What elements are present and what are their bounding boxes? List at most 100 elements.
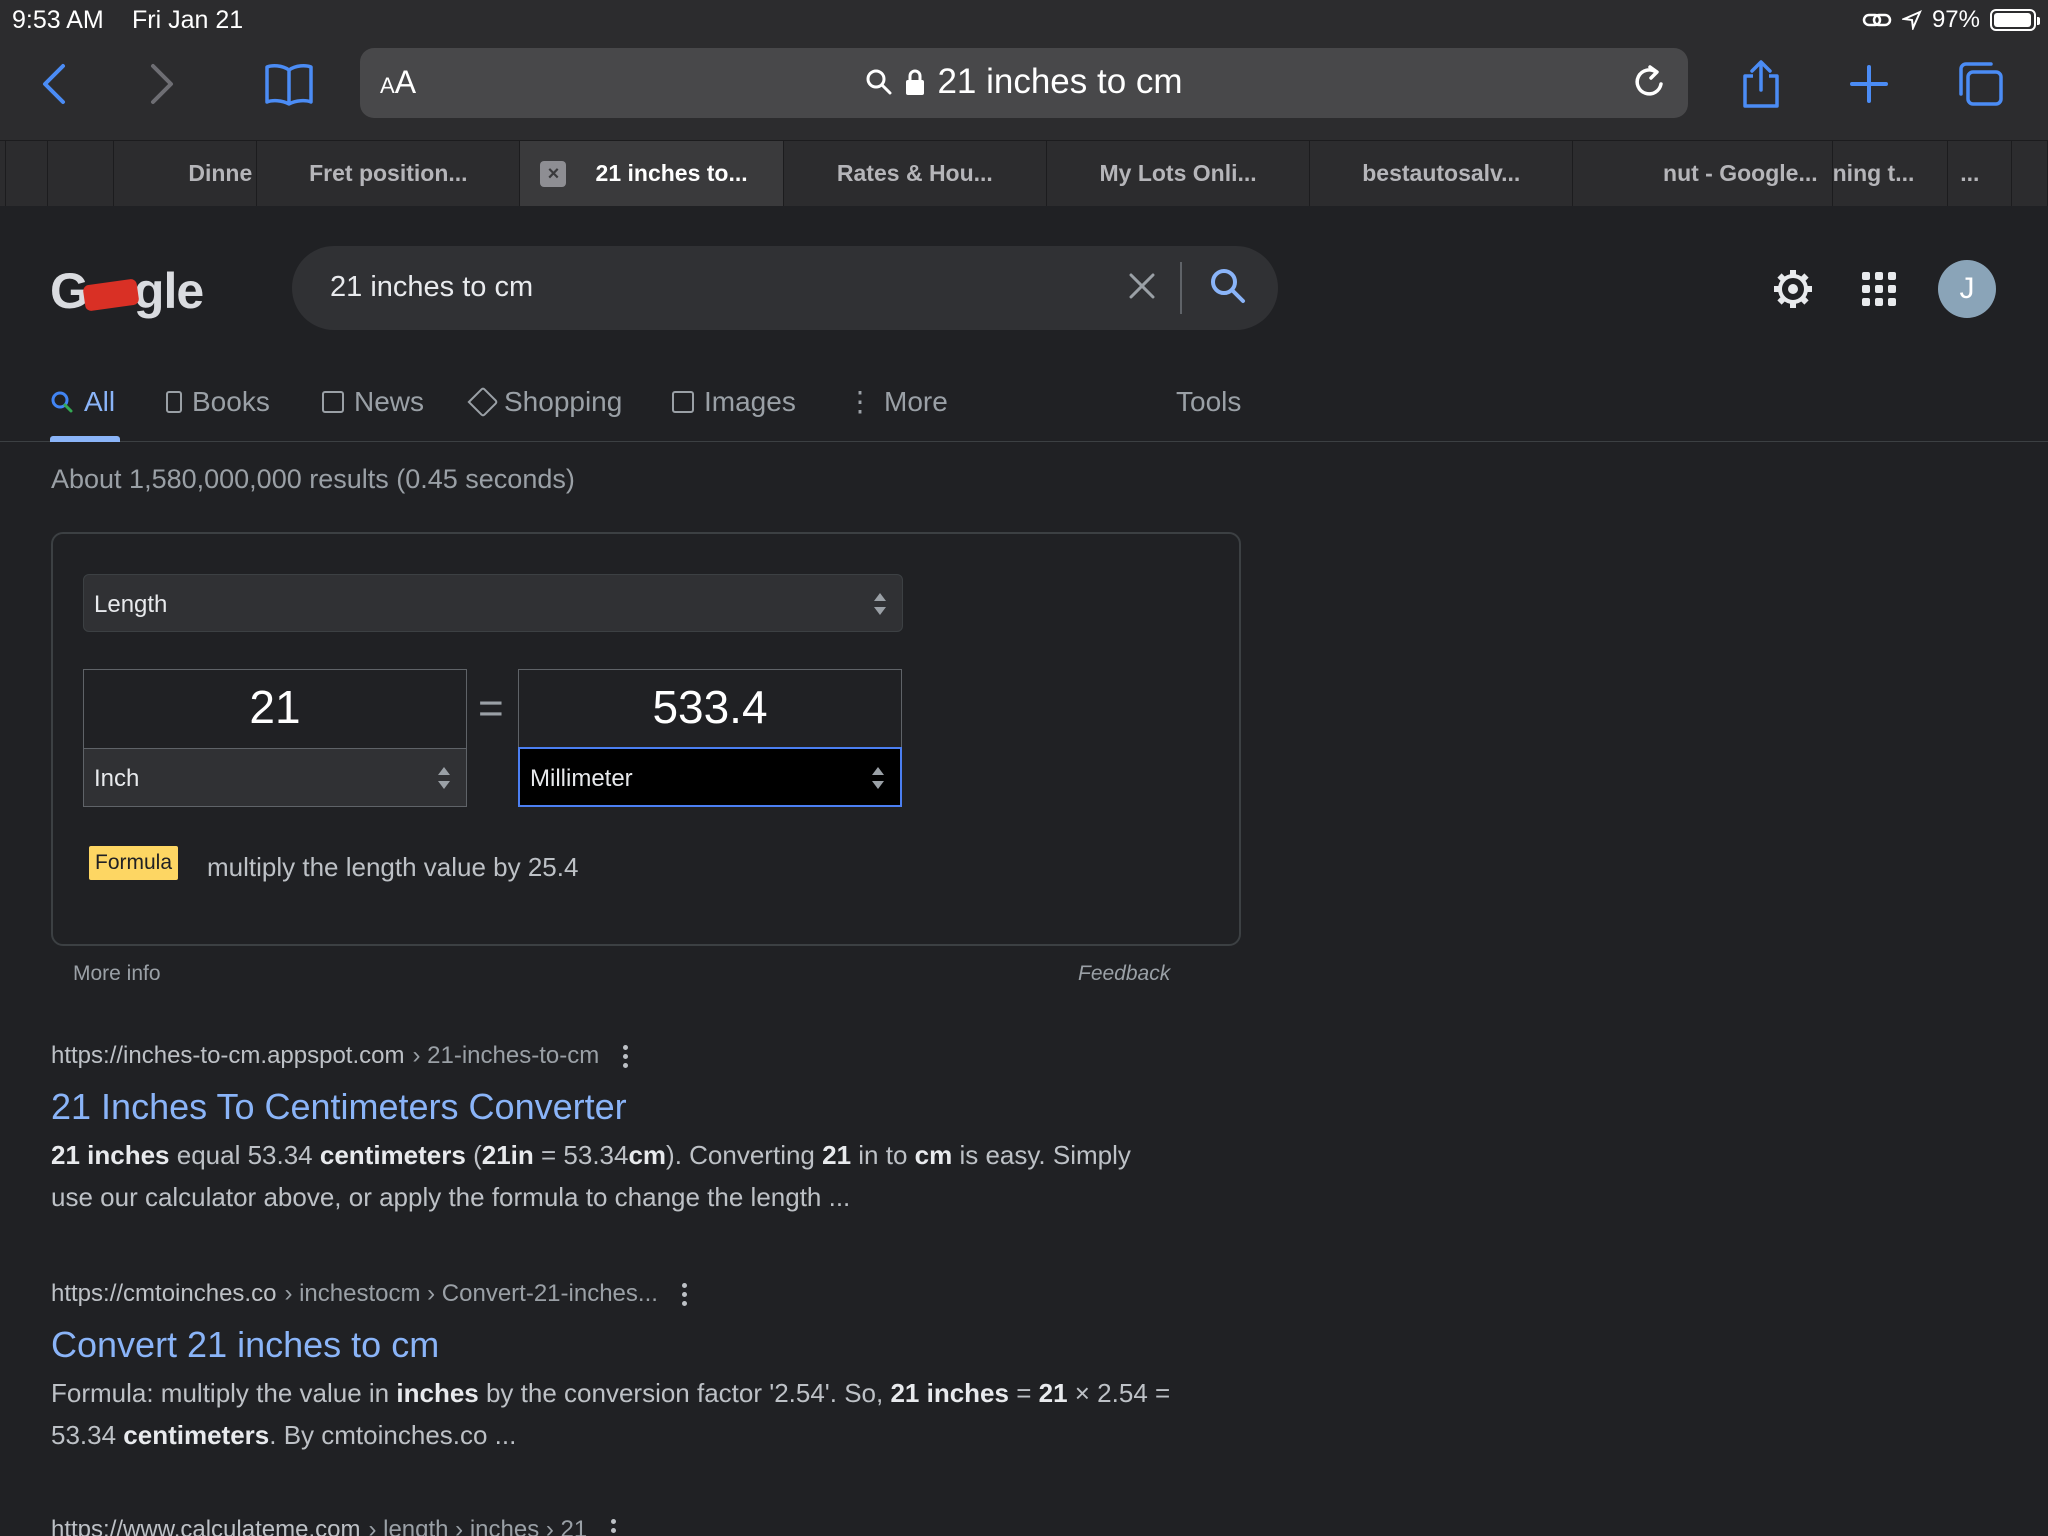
tab-label: 21 inches to... [595,160,748,186]
tab-label: ning t... [1832,160,1915,186]
from-converter: 21 Inch [83,669,467,807]
more-options-icon[interactable] [611,1518,617,1536]
more-options-icon[interactable] [623,1044,629,1068]
gear-icon [1774,270,1812,308]
result-title[interactable]: Convert 21 inches to cm [51,1324,1201,1366]
tab-news[interactable]: News [322,386,424,418]
result-host: https://cmtoinches.co [51,1280,277,1307]
status-date: Fri Jan 21 [132,6,244,34]
chevron-right-icon [151,64,173,104]
unit-type-select[interactable]: Length [83,574,903,632]
tab-shopping-label: Shopping [504,386,623,417]
tab-books-label: Books [192,386,270,417]
tools-button[interactable]: Tools [1176,386,1241,418]
reload-icon [1635,65,1663,96]
tab-overview-button[interactable] [1950,54,2010,114]
to-value-input[interactable]: 533.4 [519,680,901,740]
from-unit-select[interactable]: Inch [84,748,466,806]
result-title[interactable]: 21 Inches To Centimeters Converter [51,1086,1201,1128]
lock-icon [906,69,925,95]
formula-badge: Formula [89,846,179,880]
tab-shopping[interactable]: Shopping [467,386,623,418]
address-bar[interactable]: AA 21 inches to cm [360,48,1688,118]
feedback-link[interactable]: Feedback [1078,962,1170,986]
search-icon [1211,269,1245,303]
tab-stub[interactable] [2012,141,2048,206]
tab-stub[interactable] [5,141,48,206]
search-box[interactable]: 21 inches to cm [292,246,1278,330]
share-button[interactable] [1731,54,1791,114]
search-input[interactable]: 21 inches to cm [330,271,533,304]
from-value-input[interactable]: 21 [84,680,466,740]
browser-tab[interactable]: Dinne [113,141,258,206]
tabs-icon [1959,62,2003,106]
result-url[interactable]: https://cmtoinches.co › inchestocm › Con… [51,1280,1201,1308]
divider [1180,262,1182,314]
tab-label: bestautosalv... [1362,160,1521,186]
browser-tab[interactable]: ning t... [1832,141,1949,206]
doodle-icon [82,278,140,312]
tab-label: Fret position... [309,160,468,186]
tab-more[interactable]: ⋮ More [846,386,948,418]
bookmarks-button[interactable] [254,54,324,114]
browser-tab[interactable]: bestautosalv... [1310,141,1574,206]
apps-dot [1862,298,1870,306]
battery-fill [1994,13,2031,27]
browser-tab[interactable]: Fret position... [257,141,521,206]
newspaper-icon [322,391,344,413]
tab-books[interactable]: Books [166,386,270,418]
apps-dot [1862,285,1870,293]
plus-icon [1850,65,1888,103]
close-tab-button[interactable]: × [540,161,567,187]
tab-label: ... [1960,160,1980,186]
result-snippet: Formula: multiply the value in inches by… [51,1378,1171,1450]
more-info-link[interactable]: More info [73,962,161,986]
result-path: › inchestocm › Convert-21-inches... [284,1280,658,1307]
tab-more-label: More [884,386,948,417]
google-logo[interactable]: Ggle [50,262,204,320]
address-display[interactable]: 21 inches to cm [360,62,1688,102]
browser-tab[interactable]: nut - Google... [1573,141,1833,206]
tab-label: Dinne [188,160,253,186]
result-url[interactable]: https://inches-to-cm.appspot.com › 21-in… [51,1042,1201,1070]
unit-converter-card: Length 21 Inch = 533.4 Millimeter Formul… [51,532,1241,946]
to-unit-value: Millimeter [530,765,633,792]
image-icon [672,391,694,413]
result-stats: About 1,580,000,000 results (0.45 second… [51,464,575,494]
browser-tab[interactable]: My Lots Onli... [1046,141,1311,206]
equals-sign: = [478,684,504,733]
tab-stub[interactable] [47,141,114,206]
browser-tab[interactable]: ... [1948,141,2013,206]
select-arrows-icon [874,593,886,615]
settings-button[interactable] [1772,268,1814,315]
search-tabs: All Books News Shopping Images ⋮ More To… [0,376,2048,442]
status-indicators: 97% [1862,6,2040,34]
more-options-icon[interactable] [681,1282,687,1306]
apps-dot [1875,272,1883,280]
browser-tab-active[interactable]: × 21 inches to... [520,141,784,206]
browser-tab[interactable]: Rates & Hou... [783,141,1047,206]
clear-search-button[interactable] [1124,268,1160,309]
google-apps-button[interactable] [1862,272,1896,306]
search-button[interactable] [1208,266,1248,311]
to-unit-select[interactable]: Millimeter [518,747,902,807]
tab-all[interactable]: All [50,386,115,418]
close-icon [1129,273,1155,299]
result-snippet: 21 inches equal 53.34 centimeters (21in … [51,1140,1131,1212]
tab-images[interactable]: Images [672,386,796,418]
tab-images-label: Images [704,386,796,417]
unit-type-value: Length [94,591,168,618]
result-path: › 21-inches-to-cm [412,1042,600,1069]
back-button[interactable] [24,54,84,114]
battery-percent: 97% [1931,6,1980,33]
tab-news-label: News [354,386,425,417]
reload-button[interactable] [1630,62,1668,107]
account-avatar[interactable]: J [1938,260,1996,318]
tag-icon [467,386,499,418]
forward-button[interactable] [132,54,192,114]
result-url[interactable]: https://www.calculateme.com › length › i… [51,1516,1201,1536]
new-tab-button[interactable] [1839,54,1899,114]
select-arrows-icon [438,767,450,789]
result-host: https://www.calculateme.com [51,1516,361,1536]
search-icon [51,391,73,413]
